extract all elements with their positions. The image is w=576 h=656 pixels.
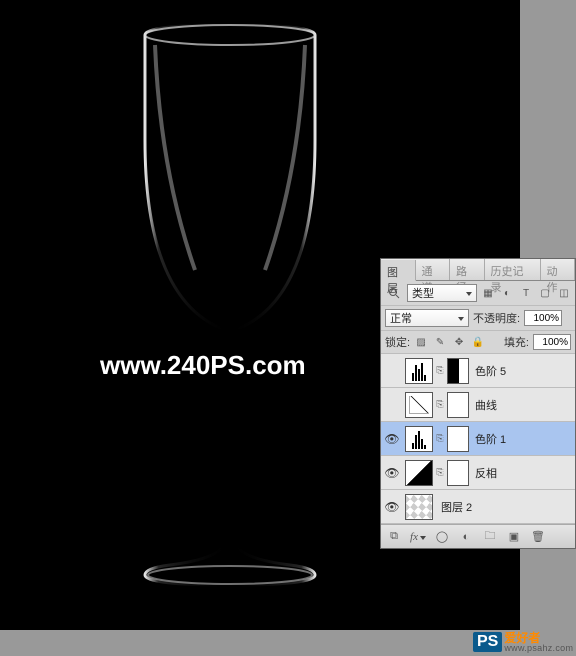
layer-name[interactable]: 反相 [475, 465, 575, 481]
tab-layers[interactable]: 图层 [381, 260, 416, 281]
tab-paths[interactable]: 路径 [450, 259, 485, 280]
filter-type-icon[interactable]: T [519, 286, 533, 300]
tab-channels[interactable]: 通道 [416, 259, 451, 280]
visibility-toggle[interactable]: 👁 [381, 432, 403, 446]
adjustment-icon[interactable]: ◐ [457, 529, 475, 545]
group-icon[interactable]: 🗀 [481, 529, 499, 545]
tab-history[interactable]: 历史记录 [485, 259, 541, 280]
watermark-url: www.240PS.com [100, 350, 306, 381]
opacity-label: 不透明度: [473, 310, 520, 326]
lock-paint-icon[interactable]: ✎ [433, 335, 447, 349]
fill-label: 填充: [504, 334, 529, 350]
chevron-down-icon [464, 287, 472, 299]
link-icon: ⎘ [435, 467, 445, 478]
trash-icon[interactable]: 🗑 [529, 529, 547, 545]
mask-icon[interactable]: ◯ [433, 529, 451, 545]
site-url: www.psahz.com [504, 644, 573, 653]
layer-name[interactable]: 曲线 [475, 397, 575, 413]
lock-move-icon[interactable]: ✥ [452, 335, 466, 349]
link-icon: ⎘ [435, 433, 445, 444]
new-layer-icon[interactable]: ▣ [505, 529, 523, 545]
layer-mask[interactable] [447, 358, 469, 384]
layer-row[interactable]: ⎘ 曲线 [381, 388, 575, 422]
layer-name[interactable]: 色阶 1 [475, 431, 575, 447]
lock-row: 锁定: ▨ ✎ ✥ 🔒 填充: [381, 331, 575, 354]
layer-thumb-levels[interactable] [405, 358, 433, 384]
layers-list: ⎘ 色阶 5 ⎘ 曲线 👁 ⎘ 色阶 1 👁 ⎘ 反相 👁 [381, 354, 575, 524]
layer-thumb-pixel[interactable] [405, 494, 433, 520]
layer-thumb-levels[interactable] [405, 426, 433, 452]
opacity-input[interactable] [524, 310, 562, 326]
filter-shape-icon[interactable]: ▢ [538, 286, 552, 300]
blend-mode-value: 正常 [390, 310, 412, 326]
wine-glass-image [105, 20, 355, 600]
chevron-down-icon [456, 312, 464, 324]
layers-panel: 图层 通道 路径 历史记录 动作 类型 ▦ ◐ T ▢ ◫ 正常 不透明度: 锁… [380, 258, 576, 549]
layer-mask[interactable] [447, 460, 469, 486]
link-icon: ⎘ [435, 365, 445, 376]
link-layers-icon[interactable]: ⧉ [385, 529, 403, 545]
layer-row[interactable]: 👁 ⎘ 反相 [381, 456, 575, 490]
blend-mode-select[interactable]: 正常 [385, 309, 469, 327]
layer-row[interactable]: 👁 图层 2 [381, 490, 575, 524]
lock-label: 锁定: [385, 334, 410, 350]
visibility-toggle[interactable]: 👁 [381, 500, 403, 514]
blend-row: 正常 不透明度: [381, 306, 575, 331]
tab-actions[interactable]: 动作 [541, 259, 576, 280]
layer-thumb-invert[interactable] [405, 460, 433, 486]
panel-bottom-bar: ⧉ fx ◯ ◐ 🗀 ▣ 🗑 [381, 524, 575, 548]
filter-smart-icon[interactable]: ◫ [557, 286, 571, 300]
layer-row[interactable]: ⎘ 色阶 5 [381, 354, 575, 388]
filter-pixel-icon[interactable]: ▦ [481, 286, 495, 300]
lock-all-icon[interactable]: 🔒 [471, 335, 485, 349]
fx-icon[interactable]: fx [409, 529, 427, 545]
layer-row[interactable]: 👁 ⎘ 色阶 1 [381, 422, 575, 456]
filter-type-label: 类型 [412, 285, 434, 301]
filter-adjust-icon[interactable]: ◐ [500, 286, 514, 300]
fill-input[interactable] [533, 334, 571, 350]
ps-badge: PS [473, 632, 502, 652]
lock-transparent-icon[interactable]: ▨ [414, 335, 428, 349]
filter-type-select[interactable]: 类型 [407, 284, 477, 302]
site-name-cn: 爱好者 [504, 632, 573, 644]
layer-mask[interactable] [447, 392, 469, 418]
layer-mask[interactable] [447, 426, 469, 452]
visibility-toggle[interactable]: 👁 [381, 466, 403, 480]
filter-row: 类型 ▦ ◐ T ▢ ◫ [381, 281, 575, 306]
site-watermark: PS 爱好者 www.psahz.com [473, 628, 573, 656]
layer-name[interactable]: 色阶 5 [475, 363, 575, 379]
layer-name[interactable]: 图层 2 [441, 499, 575, 515]
link-icon: ⎘ [435, 399, 445, 410]
layer-thumb-curves[interactable] [405, 392, 433, 418]
panel-tabs: 图层 通道 路径 历史记录 动作 [381, 259, 575, 281]
